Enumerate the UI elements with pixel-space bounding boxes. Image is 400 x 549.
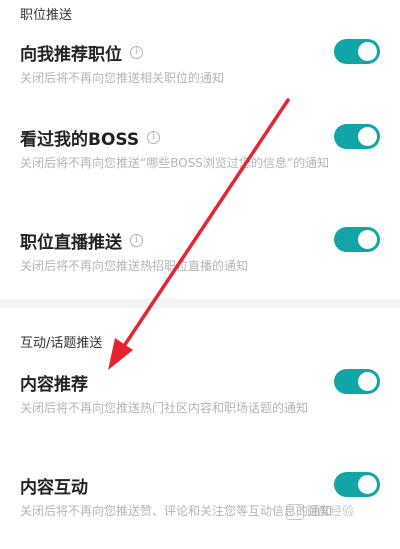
setting-description: 关闭后将不再向您推送热门社区内容和职场话题的通知 — [20, 401, 309, 415]
toggle-knob — [358, 475, 377, 494]
toggle-switch-recommend-jobs[interactable] — [334, 39, 380, 64]
setting-title: 向我推荐职位 — [20, 45, 122, 65]
section-header-interaction-push: 互动/话题推送 — [20, 336, 103, 351]
toggle-switch-job-live-push[interactable] — [334, 227, 380, 252]
setting-description: 关闭后将不再向您推送相关职位的通知 — [20, 71, 225, 85]
toggle-knob — [358, 127, 377, 146]
info-icon[interactable]: i — [130, 46, 143, 59]
toggle-switch-content-recommend[interactable] — [334, 369, 380, 394]
toggle-switch-content-interaction[interactable] — [334, 472, 380, 497]
setting-title: 内容推荐 — [20, 375, 88, 395]
setting-title: 看过我的BOSS — [20, 130, 140, 150]
toggle-switch-viewed-by-boss[interactable] — [334, 124, 380, 149]
toggle-knob — [358, 42, 377, 61]
info-icon[interactable]: i — [130, 234, 143, 247]
watermark-text: 百度经验 — [306, 504, 355, 518]
toggle-knob — [358, 372, 377, 391]
watermark: 百度经验 — [286, 502, 354, 520]
section-divider — [0, 299, 400, 308]
info-icon[interactable]: i — [147, 131, 161, 144]
section-header-job-push: 职位推送 — [20, 8, 73, 23]
toggle-knob — [358, 230, 377, 249]
setting-title: 内容互动 — [20, 478, 88, 498]
setting-description: 关闭后将不再向您推送“哪些BOSS浏览过您的信息”的通知 — [20, 156, 330, 170]
arrow-head — [108, 338, 133, 370]
setting-title: 职位直播推送 — [20, 233, 122, 253]
setting-description: 关闭后将不再向您推送热招职位直播的通知 — [20, 259, 249, 273]
baidu-jingyan-logo-icon — [286, 503, 304, 520]
